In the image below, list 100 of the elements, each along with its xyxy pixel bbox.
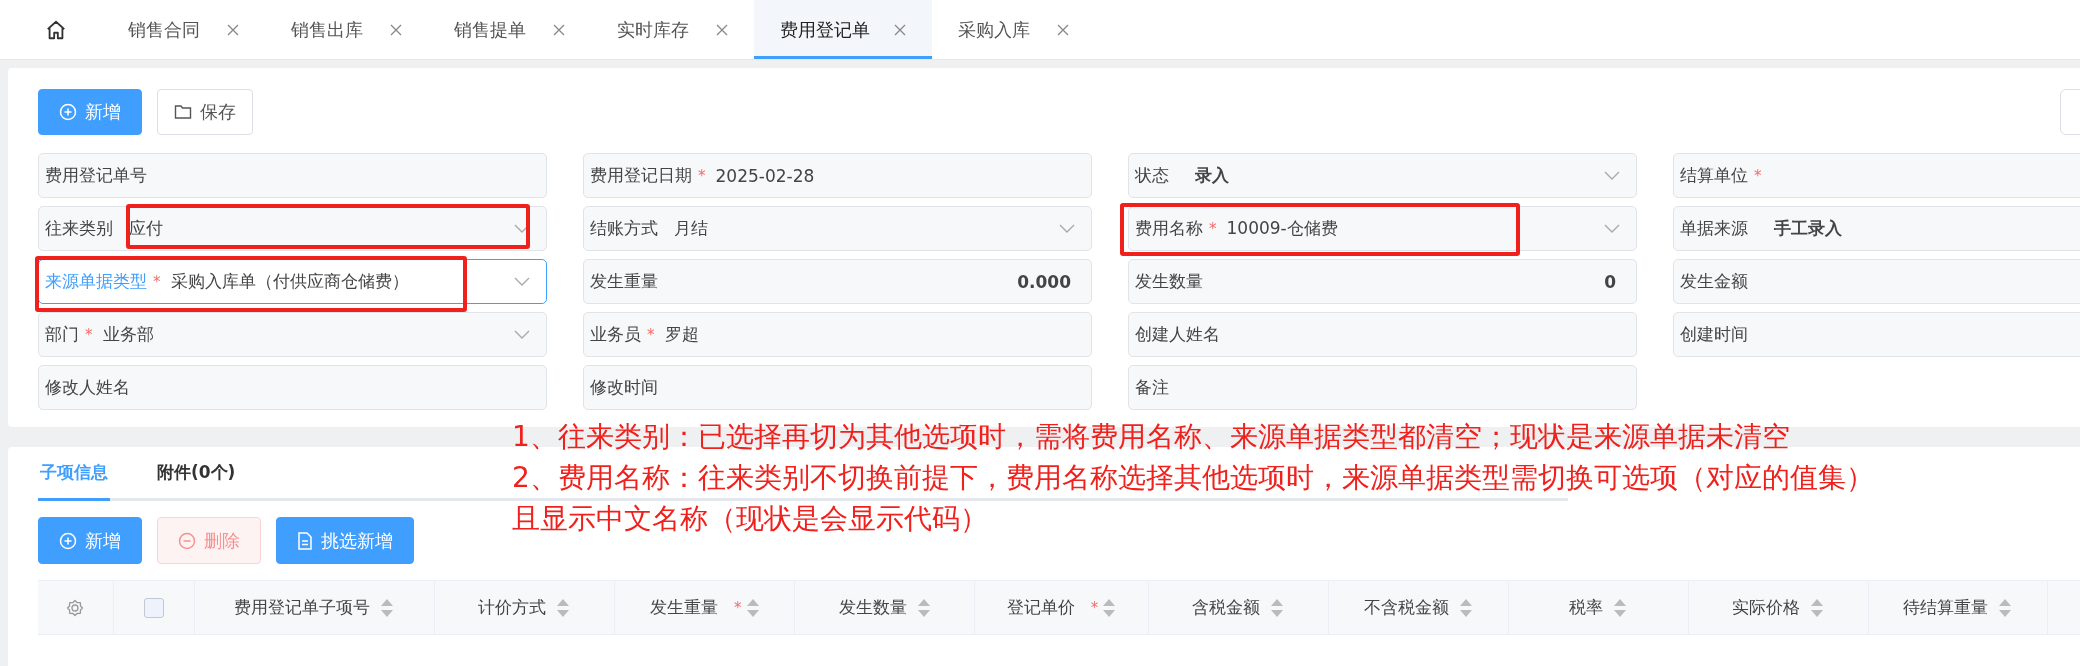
field-value: 罗超 xyxy=(664,323,699,346)
column-label: 含税金额 xyxy=(1192,596,1261,619)
form-field[interactable]: 备注 xyxy=(1128,365,1637,410)
required-mark: * xyxy=(734,598,742,617)
required-mark: * xyxy=(1209,219,1217,238)
field-label: 单据来源 xyxy=(1680,217,1748,240)
close-icon[interactable] xyxy=(553,23,565,36)
table-header-cell[interactable]: 费用登记单子项号 xyxy=(195,581,435,634)
field-label: 来源单据类型 xyxy=(45,270,147,293)
field-label: 部门 xyxy=(45,323,79,346)
folder-icon xyxy=(174,104,192,120)
required-mark: * xyxy=(1754,166,1762,185)
annotation-text: 且显示中文名称（现状是会显示代码） xyxy=(512,501,989,537)
required-mark: * xyxy=(153,272,161,291)
column-label: 待结算重量 xyxy=(1903,596,1989,619)
column-label: 税率 xyxy=(1569,596,1604,619)
field-label: 修改时间 xyxy=(590,376,658,399)
field-value: 月结 xyxy=(674,217,708,240)
tab-label: 实时库存 xyxy=(617,17,689,42)
field-value: 0.000 xyxy=(1017,271,1071,292)
tab-label: 销售提单 xyxy=(454,17,526,42)
field-value: 业务部 xyxy=(102,323,154,346)
plus-circle-icon xyxy=(59,531,77,550)
field-value: 10009-仓储费 xyxy=(1226,217,1338,240)
table-header-cell[interactable]: 计价方式 xyxy=(434,581,616,634)
tab-label: 销售出库 xyxy=(291,17,363,42)
annotation-text: 2、费用名称：往来类别不切换前提下，费用名称选择其他选项时，来源单据类型需切换可选项（对应的值集） xyxy=(512,460,1874,496)
document-icon xyxy=(297,531,313,550)
field-label: 费用登记单号 xyxy=(45,164,147,187)
home-icon[interactable] xyxy=(45,19,67,41)
close-icon[interactable] xyxy=(1057,23,1069,36)
form-field[interactable]: 结算单位 * xyxy=(1673,153,2080,198)
column-label: 计价方式 xyxy=(478,596,547,619)
field-label: 修改人姓名 xyxy=(45,376,130,399)
field-value: 2025-02-28 xyxy=(715,165,815,186)
form-field[interactable]: 修改时间 xyxy=(583,365,1092,410)
field-label: 业务员 xyxy=(590,323,641,346)
field-label: 创建时间 xyxy=(1680,323,1748,346)
table-header-cell[interactable]: 不含税金额 xyxy=(1328,581,1509,634)
field-label: 往来类别 xyxy=(45,217,113,240)
table-header-cell[interactable]: 含税金额 xyxy=(1149,581,1329,634)
chevron-down-icon xyxy=(1604,223,1620,234)
form-field[interactable]: 费用登记日期 * 2025-02-28 xyxy=(583,153,1092,198)
form-field[interactable]: 发生数量 0 xyxy=(1128,259,1637,304)
tab[interactable]: 费用登记单 xyxy=(754,0,932,59)
table-header-cell[interactable]: 待结算重量 xyxy=(1868,581,2049,634)
tab[interactable]: 销售提单 xyxy=(428,0,591,59)
form-field[interactable]: 发生重量 0.000 xyxy=(583,259,1092,304)
close-icon[interactable] xyxy=(227,23,239,36)
column-label: 登记单价 xyxy=(1006,596,1075,619)
field-value: 应付 xyxy=(129,217,163,240)
form-field[interactable]: 发生金额 xyxy=(1673,259,2080,304)
chevron-down-icon xyxy=(514,329,530,340)
close-icon[interactable] xyxy=(894,23,906,36)
chevron-down-icon xyxy=(1604,170,1620,181)
select-all-checkbox[interactable] xyxy=(143,597,164,618)
field-label: 结账方式 xyxy=(590,217,658,240)
column-label: 实际价格 xyxy=(1732,596,1801,619)
required-mark: * xyxy=(647,325,655,344)
field-value: 手工录入 xyxy=(1774,217,1842,240)
field-label: 发生数量 xyxy=(1135,270,1203,293)
table-header-cell[interactable]: 税率 xyxy=(1508,581,1689,634)
required-mark: * xyxy=(698,166,706,185)
annotation-text: 1、往来类别：已选择再切为其他选项时，需将费用名称、来源单据类型都清空；现状是来源单据未清空 xyxy=(512,419,1791,455)
form-field[interactable]: 修改人姓名 xyxy=(38,365,547,410)
chevron-down-icon xyxy=(1059,223,1075,234)
close-icon[interactable] xyxy=(716,23,728,36)
table-header-cell[interactable]: 发生数量 xyxy=(795,581,976,634)
table-header-cell[interactable]: 实际价格 xyxy=(1688,581,1869,634)
field-label: 状态 xyxy=(1135,164,1169,187)
required-mark: * xyxy=(85,325,93,344)
tab[interactable]: 附件(0个) xyxy=(155,447,238,501)
settings-icon[interactable] xyxy=(66,598,85,617)
table-header-cell[interactable]: 登记单价 * xyxy=(975,581,1150,634)
form-field[interactable]: 业务员 * 罗超 xyxy=(583,312,1092,357)
field-label: 费用登记日期 xyxy=(590,164,692,187)
form-field[interactable]: 来源单据类型 * 采购入库单（付供应商仓储费） xyxy=(38,259,547,304)
form-field[interactable]: 费用名称 * 10009-仓储费 xyxy=(1128,206,1637,251)
form-field[interactable]: 部门 * 业务部 xyxy=(38,312,547,357)
field-value: 0 xyxy=(1604,271,1616,292)
chevron-down-icon xyxy=(514,276,530,287)
tab[interactable]: 实时库存 xyxy=(591,0,754,59)
form-field[interactable]: 创建人姓名 xyxy=(1128,312,1637,357)
column-label: 费用登记单子项号 xyxy=(234,596,371,619)
field-value: 采购入库单（付供应商仓储费） xyxy=(170,270,409,293)
tab-label: 采购入库 xyxy=(958,17,1030,42)
form-field[interactable]: 费用登记单号 xyxy=(38,153,547,198)
field-label: 结算单位 xyxy=(1680,164,1748,187)
required-mark: * xyxy=(1090,598,1099,617)
tab[interactable]: 销售合同 xyxy=(102,0,265,59)
form-field[interactable]: 创建时间 xyxy=(1673,312,2080,357)
form-field[interactable]: 状态 录入 xyxy=(1128,153,1637,198)
form-field[interactable]: 结账方式 月结 xyxy=(583,206,1092,251)
field-label: 发生金额 xyxy=(1680,270,1748,293)
table-header-cell[interactable]: 发生重量 * xyxy=(615,581,796,634)
close-icon[interactable] xyxy=(390,23,402,36)
tab[interactable]: 销售出库 xyxy=(265,0,428,59)
form-field[interactable]: 单据来源 手工录入 xyxy=(1673,206,2080,251)
save-button[interactable]: 保存 xyxy=(157,89,253,135)
tab[interactable]: 采购入库 xyxy=(932,0,1095,59)
